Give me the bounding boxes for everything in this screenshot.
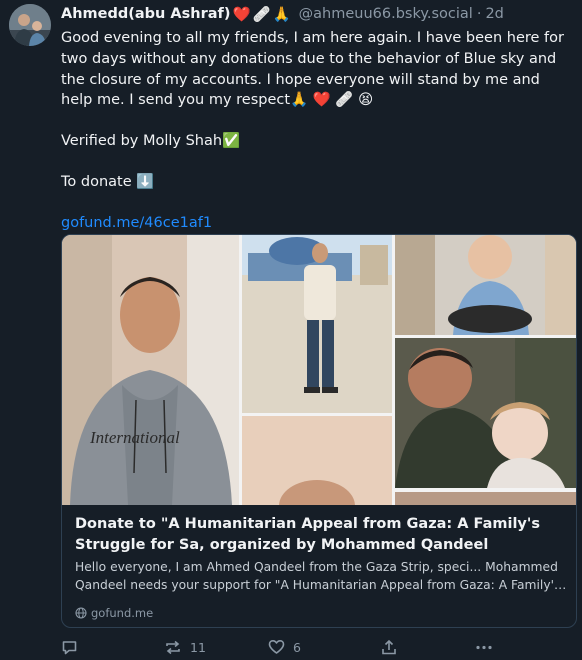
verified-text: Verified by Molly Shah [61,133,223,150]
emoji-tired: 😫 [358,92,374,109]
author-name[interactable]: Ahmedd(abu Ashraf) [61,6,230,22]
post-header: Ahmedd(abu Ashraf) ❤️ 🩹 🙏 @ahmeuu66.bsky… [61,4,504,24]
collage-photo-man-with-child [395,338,576,488]
emoji-heart: ❤️ [312,92,331,109]
globe-icon [75,607,87,619]
more-options-button[interactable] [475,639,493,656]
collage-photo-man-mosque [242,235,392,413]
post[interactable]: Ahmedd(abu Ashraf) ❤️ 🩹 🙏 @ahmeuu66.bsky… [0,0,582,660]
card-domain-text: gofund.me [91,606,154,620]
card-title[interactable]: Donate to "A Humanitarian Appeal from Ga… [75,514,570,556]
reply-icon [62,641,77,655]
like-button[interactable]: 6 [268,639,301,655]
repost-button[interactable]: 11 [164,639,206,656]
like-count: 6 [293,639,301,655]
emoji-pray: 🙏 [290,92,309,109]
hoodie-print-text: International [89,428,180,447]
author-emoji-bandage: 🩹 [252,6,271,23]
heart-icon [268,640,285,654]
avatar-image [9,4,51,46]
post-timestamp[interactable]: 2d [485,6,503,22]
post-text: Good evening to all my friends, I am her… [61,28,575,234]
share-icon [382,639,396,655]
card-description-line-1: Hello everyone, I am Ahmed Qandeel from … [75,560,558,574]
down-arrow-icon: ⬇️ [136,173,155,190]
card-image-collage: International [62,235,576,505]
collage-photo-bottom-middle [242,416,392,505]
reply-button[interactable] [61,639,86,656]
card-domain: gofund.me [75,605,153,621]
avatar[interactable] [9,4,51,46]
post-actions: 11 6 [61,638,575,660]
collage-photo-bottom-right [395,491,576,505]
repost-count: 11 [190,640,206,655]
collage-photo-man-hoodie: International [62,235,239,505]
emoji-bandage: 🩹 [335,92,354,109]
card-description: Hello everyone, I am Ahmed Qandeel from … [75,559,570,594]
donate-text: To donate [61,173,132,190]
post-paragraph: Good evening to all my friends, I am her… [61,28,575,111]
author-handle[interactable]: @ahmeuu66.bsky.social [299,6,473,22]
check-mark-icon: ✅ [222,133,241,150]
repost-icon [166,640,180,655]
more-options-icon [476,645,492,650]
donation-link[interactable]: gofund.me/46ce1af1 [61,215,212,231]
link-preview-card[interactable]: International Donate to "A Humanitarian … [61,234,577,628]
author-emoji-heart: ❤️ [232,6,251,23]
donate-line: To donate ⬇️ [61,172,575,193]
separator-dot: · [476,6,482,22]
verified-line: Verified by Molly Shah✅ [61,131,575,152]
share-button[interactable] [381,639,397,656]
collage-photo-child-car [395,235,576,335]
card-description-line-2: Qandeel needs your support for "A Humani… [75,577,570,592]
author-emoji-pray: 🙏 [272,6,291,23]
